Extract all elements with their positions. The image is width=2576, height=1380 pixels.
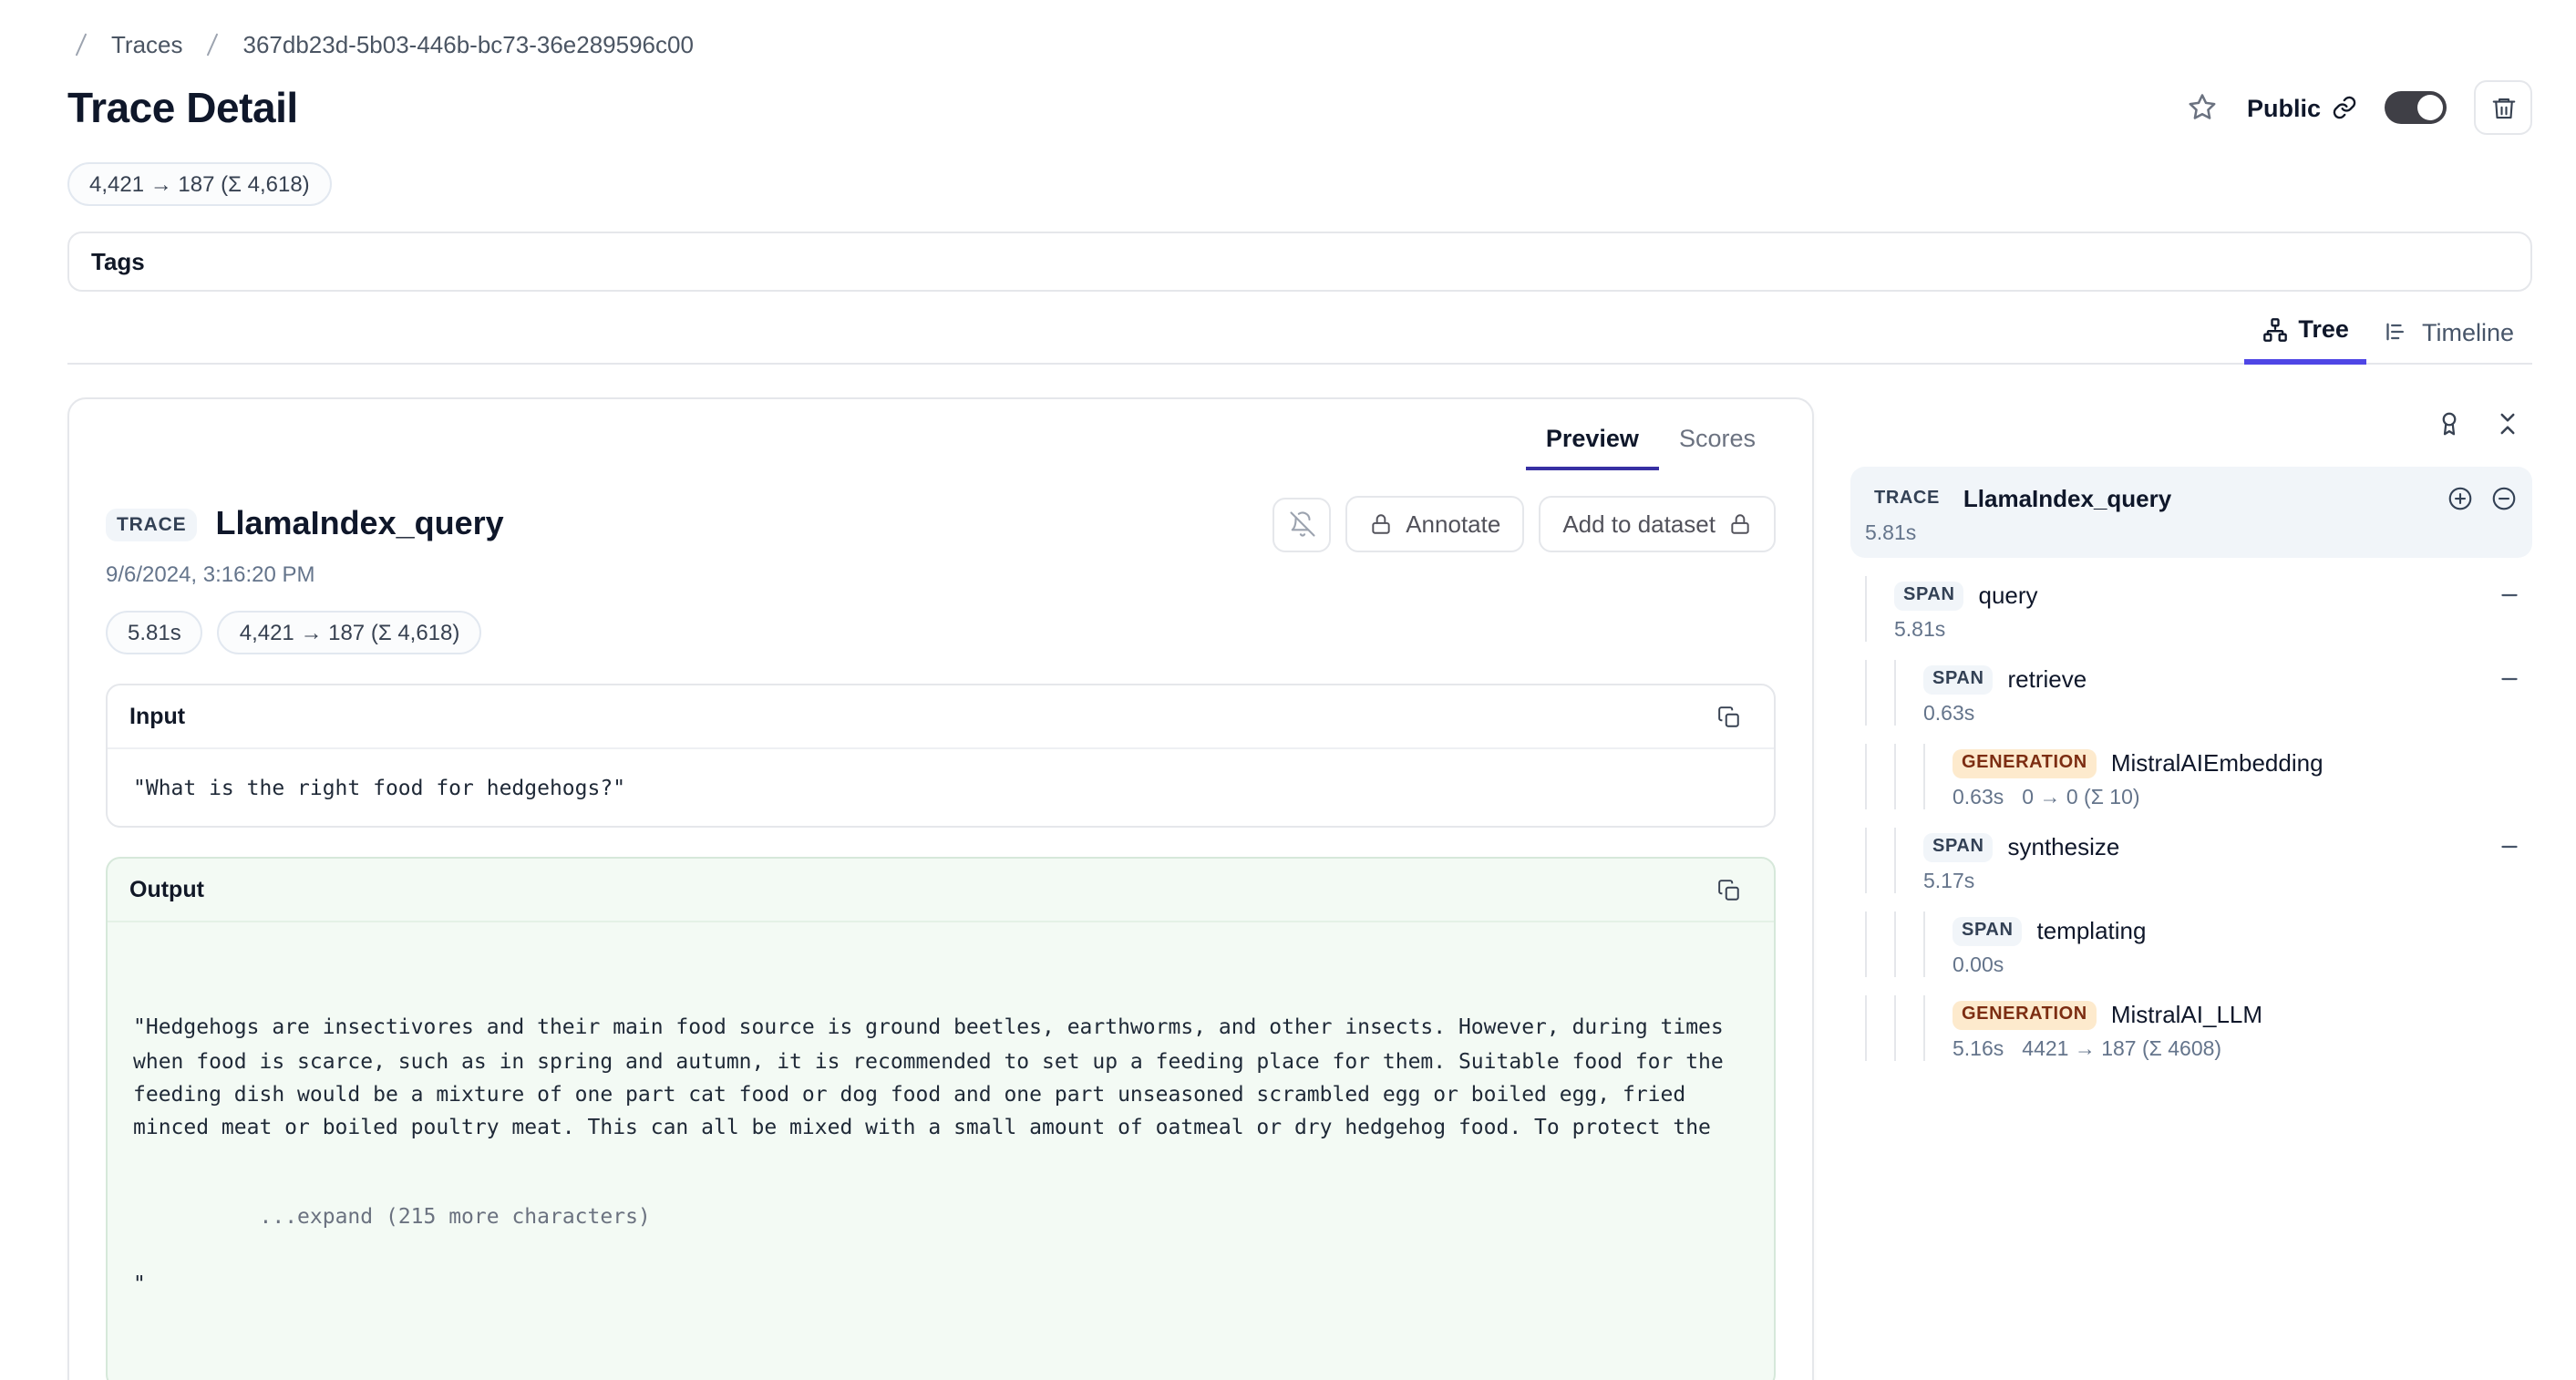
- breadcrumb: Traces 367db23d-5b03-446b-bc73-36e289596…: [67, 26, 2532, 62]
- tab-scores[interactable]: Scores: [1659, 407, 1776, 470]
- observation-latency: 5.17s: [1923, 871, 1974, 893]
- timeline-icon: [2385, 319, 2411, 345]
- slash-icon: [200, 30, 227, 57]
- tree-node[interactable]: SPAN query 5.81s: [1850, 576, 2532, 642]
- add-to-dataset-button[interactable]: Add to dataset: [1539, 496, 1776, 552]
- collapse-node-icon[interactable]: [2498, 667, 2521, 691]
- tab-timeline-label: Timeline: [2422, 318, 2514, 345]
- observation-type-badge: SPAN: [1923, 832, 1994, 861]
- tree-indent-guides: [1865, 995, 1953, 1061]
- input-label: Input: [129, 704, 185, 729]
- trace-usage-badge: 4,421 → 187 (Σ 4,618): [218, 611, 482, 654]
- tags-label: Tags: [91, 248, 145, 275]
- tab-timeline[interactable]: Timeline: [2367, 301, 2532, 365]
- tree-node[interactable]: TRACE LlamaIndex_query 5.81s: [1850, 467, 2532, 558]
- observation-type-badge: SPAN: [1923, 664, 1994, 694]
- tree-node[interactable]: GENERATION MistralAIEmbedding 0.63s 0 → …: [1850, 744, 2532, 809]
- tags-section[interactable]: Tags: [67, 232, 2532, 292]
- tree-icon: [2262, 316, 2287, 342]
- tree-node[interactable]: SPAN retrieve 0.63s: [1850, 660, 2532, 726]
- observation-name: synthesize: [2008, 833, 2120, 860]
- observation-latency: 0.63s: [1953, 788, 2004, 809]
- lock-icon: [1369, 512, 1393, 536]
- output-closing-quote: ": [133, 1266, 1748, 1299]
- expand-collapse-controls: [2447, 485, 2518, 512]
- observation-latency: 5.81s: [1865, 523, 1916, 545]
- breadcrumb-traces-link[interactable]: Traces: [111, 30, 183, 57]
- trash-icon: [2489, 94, 2517, 121]
- trace-timestamp: 9/6/2024, 3:16:20 PM: [106, 561, 1776, 587]
- page-title: Trace Detail: [67, 83, 298, 132]
- tree-node[interactable]: GENERATION MistralAI_LLM 5.16s 4421 → 18…: [1850, 995, 2532, 1061]
- award-icon[interactable]: [2423, 397, 2474, 448]
- observation-latency: 0.63s: [1923, 704, 1974, 726]
- observation-type-badge: GENERATION: [1953, 1000, 2097, 1029]
- collapse-node-icon[interactable]: [2498, 835, 2521, 859]
- tree-indent-guides: [1865, 660, 1923, 726]
- add-to-dataset-label: Add to dataset: [1562, 510, 1716, 538]
- collapse-all-circle-icon[interactable]: [2490, 485, 2518, 512]
- observation-type-badge: TRACE: [1865, 484, 1949, 513]
- tree-indent-guides: [1865, 576, 1894, 642]
- input-section: Input "What is the right food for hedgeh…: [106, 684, 1776, 828]
- preview-tabs: Preview Scores: [106, 407, 1776, 470]
- tree-indent-guides: [1865, 911, 1953, 977]
- output-section: Output "Hedgehogs are insectivores and t…: [106, 857, 1776, 1380]
- public-label: Public: [2247, 94, 2321, 121]
- observation-name: MistralAIEmbedding: [2111, 749, 2324, 777]
- link-icon: [2332, 95, 2357, 120]
- latency-badge: 5.81s: [106, 611, 203, 654]
- tab-preview[interactable]: Preview: [1526, 407, 1659, 470]
- expand-all-icon[interactable]: [2447, 485, 2474, 512]
- public-link[interactable]: Public: [2247, 94, 2357, 121]
- observation-latency: 5.81s: [1894, 620, 1945, 642]
- observation-type-badge: GENERATION: [1953, 748, 2097, 778]
- annotate-label: Annotate: [1406, 510, 1500, 538]
- observation-tokens: 4421 → 187 (Σ 4608): [2022, 1039, 2221, 1061]
- breadcrumb-trace-id[interactable]: 367db23d-5b03-446b-bc73-36e289596c00: [243, 30, 694, 57]
- tree-node[interactable]: SPAN templating 0.00s: [1850, 911, 2532, 977]
- tree-node[interactable]: SPAN synthesize 5.17s: [1850, 828, 2532, 893]
- expand-output-link[interactable]: ...expand (215 more characters): [260, 1200, 651, 1233]
- tab-tree-label: Tree: [2298, 315, 2349, 343]
- observation-name: LlamaIndex_query: [1963, 485, 2171, 512]
- trace-type-badge: TRACE: [106, 508, 198, 541]
- preview-card: Preview Scores TRACE LlamaIndex_query: [67, 397, 1814, 1380]
- view-tabs: Tree Timeline: [67, 301, 2532, 365]
- tree-indent-guides: [1865, 828, 1923, 893]
- annotate-button[interactable]: Annotate: [1345, 496, 1524, 552]
- usage-badge: 4,421 → 187 (Σ 4,618): [67, 162, 332, 206]
- tree-indent-guides: [1865, 744, 1953, 809]
- output-label: Output: [129, 877, 204, 902]
- observation-name: MistralAI_LLM: [2111, 1001, 2262, 1028]
- observation-type-badge: SPAN: [1953, 916, 2023, 945]
- trace-tree: TRACE LlamaIndex_query 5.81s: [1850, 467, 2532, 1061]
- bell-off-icon: [1288, 510, 1315, 538]
- public-toggle[interactable]: [2385, 91, 2447, 124]
- observation-type-badge: SPAN: [1894, 581, 1964, 610]
- output-text: "Hedgehogs are insectivores and their ma…: [133, 1011, 1748, 1143]
- copy-icon[interactable]: [1705, 698, 1752, 735]
- observation-name: query: [1979, 582, 2038, 609]
- output-content: "Hedgehogs are insectivores and their ma…: [108, 922, 1774, 1380]
- slash-icon: [67, 30, 95, 57]
- observation-tokens: 0 → 0 (Σ 10): [2022, 788, 2139, 809]
- delete-trace-button[interactable]: [2474, 80, 2532, 135]
- collapse-node-icon[interactable]: [2498, 583, 2521, 607]
- collapse-all-icon[interactable]: [2481, 397, 2532, 448]
- trace-name: LlamaIndex_query: [216, 505, 504, 543]
- tab-tree[interactable]: Tree: [2243, 301, 2367, 365]
- star-icon[interactable]: [2187, 91, 2220, 124]
- observation-name: templating: [2037, 917, 2147, 944]
- observation-latency: 0.00s: [1953, 955, 2004, 977]
- input-content: "What is the right food for hedgehogs?": [108, 749, 1774, 826]
- observation-latency: 5.16s: [1953, 1039, 2004, 1061]
- notifications-button[interactable]: [1273, 497, 1331, 551]
- trace-detail-page: Traces 367db23d-5b03-446b-bc73-36e289596…: [0, 0, 2576, 1380]
- trace-tree-panel: TRACE LlamaIndex_query 5.81s: [1850, 397, 2532, 1079]
- toggle-knob: [2417, 95, 2443, 120]
- observation-name: retrieve: [2008, 665, 2087, 693]
- copy-icon[interactable]: [1705, 871, 1752, 908]
- lock-icon: [1728, 512, 1752, 536]
